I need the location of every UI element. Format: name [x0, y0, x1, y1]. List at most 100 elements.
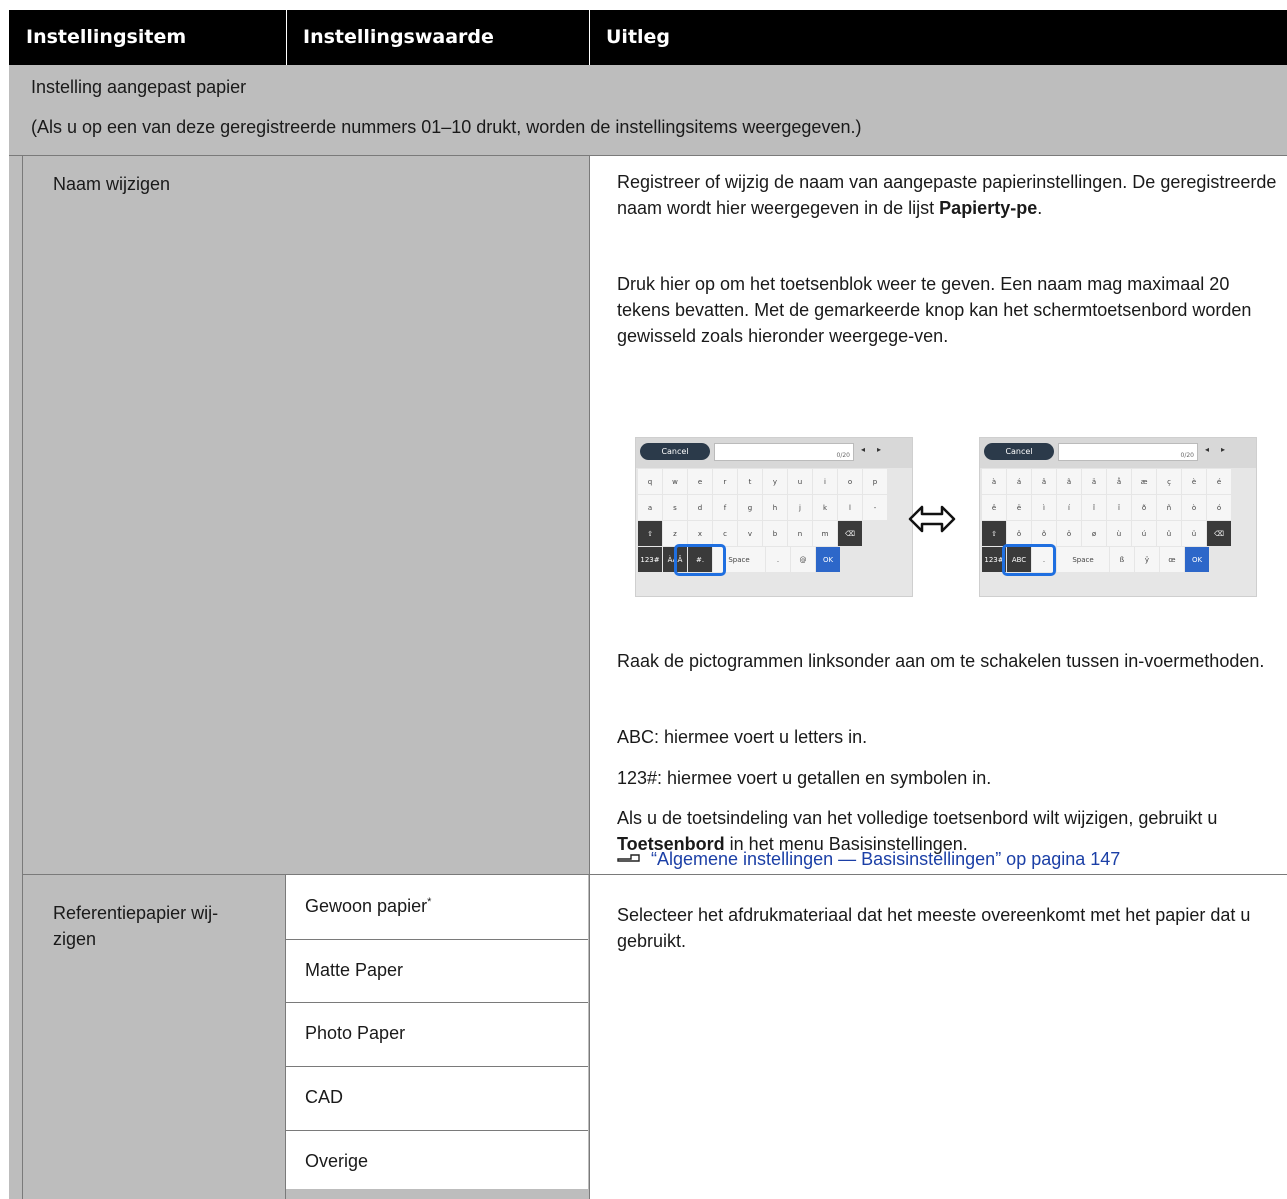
- highlight-box: [674, 544, 726, 576]
- item-reference-paper: Referentiepapier wij- zigen: [53, 900, 218, 952]
- keyboard-key: y: [763, 469, 787, 494]
- keyboard-key: û: [1157, 521, 1181, 546]
- group-note: (Als u op een van deze geregistreerde nu…: [31, 117, 862, 137]
- keyboard-key: ø: [1082, 521, 1106, 546]
- keyboard-key: q: [638, 469, 662, 494]
- key-row-2: asdfghjkl-: [638, 495, 887, 520]
- right-column: Registreer of wijzig de naam van aangepa…: [590, 156, 1287, 1199]
- keyboard-description: Druk hier op om het toetsenblok weer te …: [617, 274, 1252, 346]
- reference-paper-description: Selecteer het afdrukmateriaal dat het me…: [617, 905, 1251, 951]
- keyboard-key: p: [863, 469, 887, 494]
- keyboard-key: ä: [1082, 469, 1106, 494]
- pointing-hand-icon: [617, 846, 641, 872]
- cursor-arrows-icon: ◂▸: [1205, 445, 1238, 454]
- keyboard-key: Space: [1057, 547, 1109, 572]
- keyboard-key: b: [763, 521, 787, 546]
- rename-description: Registreer of wijzig de naam van aangepa…: [617, 169, 1279, 221]
- table-header: Instellingsitem Instellingswaarde Uitleg: [9, 10, 1287, 65]
- group-row: Instelling aangepast papier (Als u op ee…: [9, 65, 1287, 156]
- keyboard-key: ð: [1132, 495, 1156, 520]
- cancel-button: Cancel: [984, 443, 1054, 460]
- keyboard-key: a: [638, 495, 662, 520]
- keyboard-accented-image: Cancel 0/20 ◂▸ àáâãäåæçèé êëìíîïðñòó ⇧ ô õ…: [979, 437, 1257, 597]
- keyboard-key: ê: [982, 495, 1006, 520]
- keyboard-key: v: [738, 521, 762, 546]
- keyboard-key: j: [788, 495, 812, 520]
- keyboard-key: g: [738, 495, 762, 520]
- keyboard-key: m: [813, 521, 837, 546]
- keyboard-key: ó: [1207, 495, 1231, 520]
- keyboard-key: z: [663, 521, 687, 546]
- keyboard-key: l: [838, 495, 862, 520]
- key-row-3: ⇧ z x c v b n m ⌫: [638, 521, 862, 546]
- keyboard-key: ⌫: [1207, 521, 1231, 546]
- text-field: 0/20: [1058, 443, 1198, 461]
- item-reference-paper-line1: Referentiepapier wij-: [53, 903, 219, 923]
- keyboard-key: k: [813, 495, 837, 520]
- default-marker: *: [427, 896, 432, 908]
- cursor-arrows-icon: ◂▸: [861, 445, 894, 454]
- item-rename: Naam wijzigen: [53, 174, 171, 194]
- keyboard-key: u: [788, 469, 812, 494]
- keyboard-key: ⇧: [638, 521, 662, 546]
- keyboard-key: ò: [1182, 495, 1206, 520]
- keyboard-lowercase-image: Cancel 0/20 ◂▸ qwertyuiop asdfghjkl- ⇧ z x…: [635, 437, 913, 597]
- keyboard-key: á: [1007, 469, 1031, 494]
- keyboard-key: ÿ: [1135, 547, 1159, 572]
- keyboard-layout-text: Als u de toetsindeling van het volledige…: [617, 808, 1218, 828]
- rename-description-end: .: [1037, 198, 1043, 218]
- keyboard-key: e: [688, 469, 712, 494]
- keyboard-key: x: [688, 521, 712, 546]
- keyboard-key: ü: [1182, 521, 1206, 546]
- keyboard-key: t: [738, 469, 762, 494]
- keyboard-key: n: [788, 521, 812, 546]
- text-field: 0/20: [714, 443, 854, 461]
- input-method-description: Raak de pictogrammen linksonder aan om t…: [617, 651, 1265, 671]
- keyboard-key: -: [863, 495, 887, 520]
- keyboard-key: c: [713, 521, 737, 546]
- keyboard-key: ï: [1107, 495, 1131, 520]
- keyboard-key: s: [663, 495, 687, 520]
- keyboard-key: ë: [1007, 495, 1031, 520]
- keyboard-key: é: [1207, 469, 1231, 494]
- value-matte-paper: Matte Paper: [286, 940, 588, 1003]
- keyboard-key: â: [1032, 469, 1056, 494]
- keyboard-key: f: [713, 495, 737, 520]
- item-reference-paper-line2: zigen: [53, 929, 97, 949]
- keyboard-key: ⇧: [982, 521, 1006, 546]
- value-photo-paper: Photo Paper: [286, 1003, 588, 1067]
- keyboard-key: ú: [1132, 521, 1156, 546]
- keyboard-key: å: [1107, 469, 1131, 494]
- keyboard-key: œ: [1160, 547, 1184, 572]
- value-plain-paper-label: Gewoon papier: [305, 896, 428, 916]
- 123-description: 123#: hiermee voert u getallen en symbol…: [617, 768, 992, 788]
- keyboard-key: 123#: [638, 547, 662, 572]
- keyboard-key: i: [813, 469, 837, 494]
- paper-type-term: Papierty-pe: [939, 198, 1038, 218]
- settings-table: Instellingsitem Instellingswaarde Uitleg…: [9, 10, 1287, 1199]
- indent-column: [9, 156, 23, 1199]
- keyboard-key: ö: [1057, 521, 1081, 546]
- keyboard-key: ì: [1032, 495, 1056, 520]
- key-row-3: ⇧ ô õ ö ø ù ú û ü ⌫: [982, 521, 1231, 546]
- double-arrow-icon: [907, 499, 957, 539]
- keyboard-key: d: [688, 495, 712, 520]
- settings-table-page: Instellingsitem Instellingswaarde Uitleg…: [0, 0, 1287, 1199]
- header-setting-value: Instellingswaarde: [303, 26, 494, 48]
- keyboard-key: w: [663, 469, 687, 494]
- value-cad: CAD: [286, 1067, 588, 1131]
- keyboard-key: î: [1082, 495, 1106, 520]
- keyboard-key: à: [982, 469, 1006, 494]
- keyboard-key: @: [791, 547, 815, 572]
- keyboard-key: o: [838, 469, 862, 494]
- reference-link-row[interactable]: “Algemene instellingen — Basisinstelling…: [617, 846, 1279, 872]
- reference-link[interactable]: “Algemene instellingen — Basisinstelling…: [651, 849, 1120, 869]
- keyboard-key: h: [763, 495, 787, 520]
- keyboard-key: í: [1057, 495, 1081, 520]
- abc-description: ABC: hiermee voert u letters in.: [617, 727, 868, 747]
- key-row-1: àáâãäåæçèé: [982, 469, 1231, 494]
- keyboard-key: ã: [1057, 469, 1081, 494]
- cancel-button: Cancel: [640, 443, 710, 460]
- header-setting-item: Instellingsitem: [26, 26, 187, 48]
- keyboard-key: ù: [1107, 521, 1131, 546]
